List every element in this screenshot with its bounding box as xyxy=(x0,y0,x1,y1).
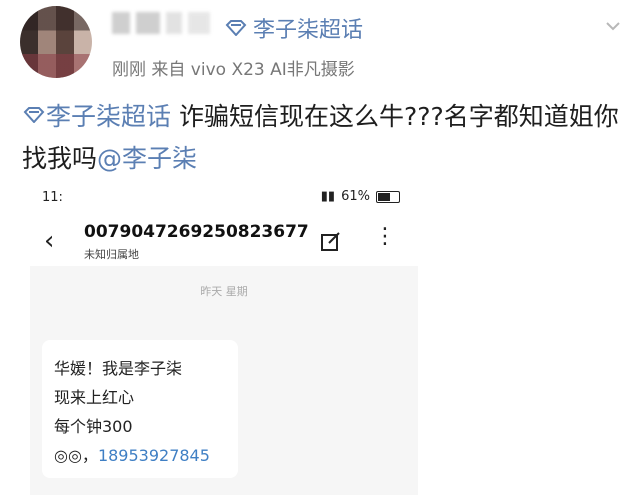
more-options-icon[interactable]: ⋮ xyxy=(374,226,396,248)
post-text: 李子柒超话 诈骗短信现在这么牛???名字都知道姐你找我吗@李子柒 xyxy=(22,96,622,180)
user-mention-link[interactable]: @李子柒 xyxy=(97,144,197,173)
super-topic-link[interactable]: 李子柒超话 xyxy=(225,12,363,44)
blurred-username[interactable] xyxy=(112,12,210,34)
super-topic-icon xyxy=(225,20,247,36)
post-super-topic-link[interactable]: 李子柒超话 xyxy=(22,102,171,131)
blur-block xyxy=(166,12,182,34)
phone-status-bar: 11: ▮▮ 61% xyxy=(30,180,418,216)
edit-icon[interactable] xyxy=(320,230,342,256)
message-date: 昨天 星期 xyxy=(200,285,248,298)
status-icons: ▮▮ 61% xyxy=(321,189,400,204)
super-topic-name: 李子柒超话 xyxy=(253,18,364,43)
post-meta: 刚刚 来自 vivo X23 AI非凡摄影 xyxy=(112,60,355,80)
battery-icon xyxy=(376,190,400,203)
message-line: 现来上红心 xyxy=(54,388,135,407)
post-tag-label: 李子柒超话 xyxy=(46,102,172,131)
close-icon[interactable] xyxy=(603,16,623,36)
message-line: ◎◎，18953927845 xyxy=(54,441,226,470)
status-time: 11: xyxy=(42,190,63,205)
phone-number-link[interactable]: 18953927845 xyxy=(98,446,210,465)
message-line: 华媛！我是李子柒 xyxy=(54,359,183,378)
sender-number: 00790472692508236​77 xyxy=(84,222,309,242)
super-topic-icon xyxy=(23,107,45,124)
sender-location: 未知归属地 xyxy=(84,248,139,261)
signal-icon: ▮▮ xyxy=(320,189,336,204)
blur-block xyxy=(188,12,210,34)
blur-block xyxy=(112,12,130,34)
message-line: 每个钟300 xyxy=(54,417,133,436)
user-avatar[interactable] xyxy=(20,6,92,78)
sms-screenshot[interactable]: 11: ▮▮ 61% ‹ 00790472692508236​77 未知归属地 … xyxy=(30,180,418,495)
blur-block xyxy=(136,12,160,34)
message-bubble: 华媛！我是李子柒 现来上红心 每个钟300 ◎◎，18953927845 xyxy=(42,340,238,478)
sms-header: ‹ 00790472692508236​77 未知归属地 ⋮ xyxy=(30,216,418,266)
back-icon[interactable]: ‹ xyxy=(44,226,54,256)
battery-percent: 61% xyxy=(341,189,370,204)
emoji: ◎◎， xyxy=(54,446,98,465)
